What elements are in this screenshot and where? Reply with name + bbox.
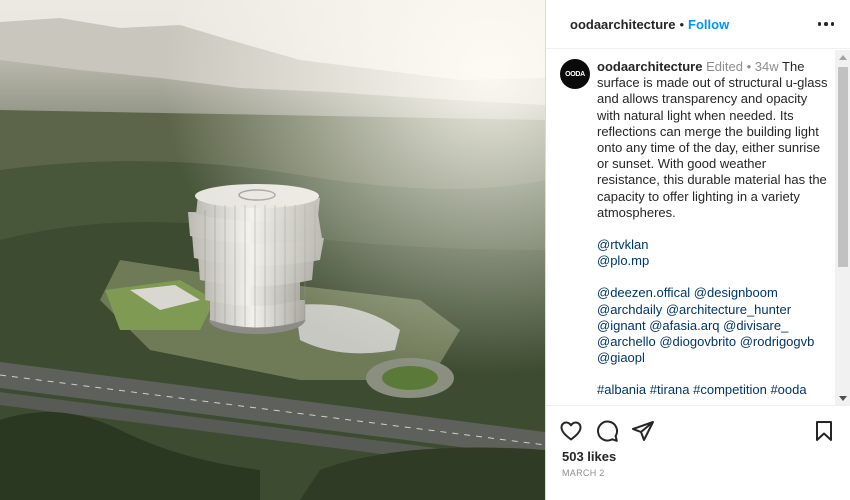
post-date[interactable]: MARCH 2 <box>562 468 605 478</box>
header-separator: • <box>679 16 685 32</box>
likes-count[interactable]: 503 likes <box>562 449 616 464</box>
scroll-down-arrow-icon[interactable] <box>839 396 847 401</box>
caption-body: oodaarchitecture Edited • 34w The surfac… <box>597 59 829 399</box>
post-header: oodaarchitecture • Follow <box>546 0 850 49</box>
scrollbar-thumb[interactable] <box>838 67 848 267</box>
share-icon[interactable] <box>631 419 655 443</box>
post-photo-illustration <box>0 0 545 500</box>
bookmark-icon[interactable] <box>812 419 836 443</box>
caption-text: The surface is made out of structural u-… <box>597 59 828 220</box>
header-username[interactable]: oodaarchitecture <box>570 17 675 32</box>
post-actions-bar <box>559 418 836 444</box>
avatar[interactable]: OODA <box>560 59 590 89</box>
heart-icon[interactable] <box>559 419 583 443</box>
scroll-up-arrow-icon[interactable] <box>839 55 847 60</box>
hashtags[interactable]: #albania #tirana #competition #ooda <box>597 382 807 397</box>
follow-button[interactable]: Follow <box>688 17 729 32</box>
mentions-list[interactable]: @deezen.offical @designboom @archdaily @… <box>597 285 814 365</box>
caption-edited: Edited <box>706 59 743 74</box>
comments-scrollbar[interactable] <box>835 50 850 405</box>
more-options-icon[interactable] <box>816 14 836 34</box>
caption-separator: • <box>746 59 752 74</box>
comment-icon[interactable] <box>595 419 619 443</box>
caption-username[interactable]: oodaarchitecture <box>597 59 702 74</box>
mention-link[interactable]: @plo.mp <box>597 253 649 268</box>
caption: OODA oodaarchitecture Edited • 34w The s… <box>546 50 850 399</box>
post-photo[interactable] <box>0 0 545 500</box>
mention-link[interactable]: @rtvklan <box>597 237 649 252</box>
post-details-panel: oodaarchitecture • Follow OODA oodaarchi… <box>545 0 850 500</box>
caption-age[interactable]: 34w <box>755 59 779 74</box>
comments-scroll-area[interactable]: OODA oodaarchitecture Edited • 34w The s… <box>546 50 850 406</box>
